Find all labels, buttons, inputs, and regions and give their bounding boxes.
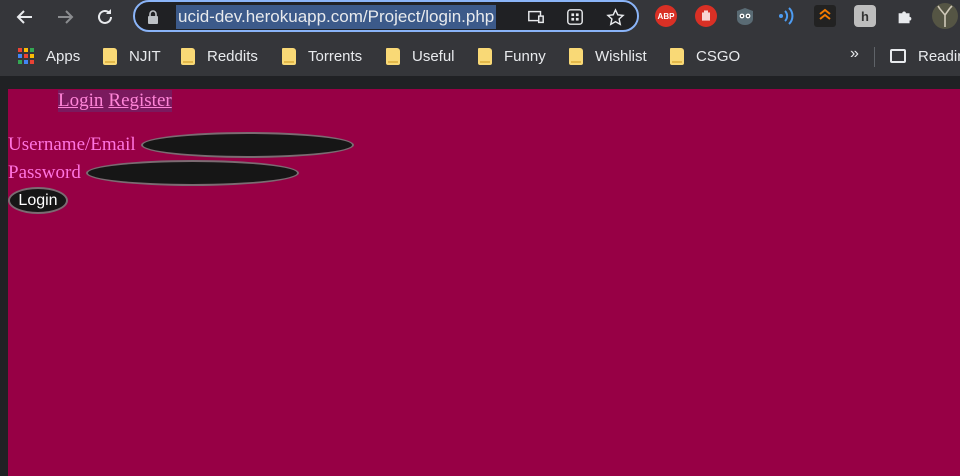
fox-icon[interactable] xyxy=(814,5,836,27)
address-bar[interactable]: ucid-dev.herokuapp.com/Project/login.php xyxy=(133,0,639,32)
lock-icon[interactable] xyxy=(147,10,159,24)
folder-icon xyxy=(282,47,296,65)
bookmark-torrents[interactable]: Torrents xyxy=(282,45,362,67)
folder-icon xyxy=(103,47,117,65)
stop-hand-icon[interactable] xyxy=(695,5,717,27)
folder-icon xyxy=(670,47,684,65)
abp-icon[interactable]: ABP xyxy=(655,5,677,27)
puzzle-icon[interactable] xyxy=(894,5,916,27)
radio-waves-icon[interactable] xyxy=(775,5,797,27)
bookmark-reddits[interactable]: Reddits xyxy=(181,45,258,67)
bookmark-wishlist[interactable]: Wishlist xyxy=(569,45,647,67)
browser-toolbar: ucid-dev.herokuapp.com/Project/login.php… xyxy=(0,0,960,34)
bookmark-useful[interactable]: Useful xyxy=(386,45,455,67)
cast-icon[interactable] xyxy=(526,7,546,27)
bookmark-label: Useful xyxy=(412,47,455,65)
nav-register-link[interactable]: Register xyxy=(108,90,171,112)
bookmark-funny[interactable]: Funny xyxy=(478,45,546,67)
bookmark-label: Wishlist xyxy=(595,47,647,65)
reading-list-icon xyxy=(890,49,906,63)
folder-icon xyxy=(181,47,195,65)
bookmark-label: Reddits xyxy=(207,47,258,65)
login-page: Login Register Username/Email Password L… xyxy=(8,89,960,476)
star-icon[interactable] xyxy=(605,7,625,27)
folder-icon xyxy=(478,47,492,65)
bookmark-csgo[interactable]: CSGO xyxy=(670,45,740,67)
qr-icon[interactable] xyxy=(565,7,585,27)
nav-login-link[interactable]: Login xyxy=(58,90,103,112)
login-button[interactable]: Login xyxy=(8,187,68,214)
reading-list-button[interactable]: Readin xyxy=(890,45,960,67)
bookmarks-bar: Apps NJIT Reddits Torrents Useful Funny … xyxy=(0,34,960,76)
bookmark-label: Apps xyxy=(46,47,81,65)
url-text[interactable]: ucid-dev.herokuapp.com/Project/login.php xyxy=(176,5,497,29)
site-nav: Login Register xyxy=(58,90,172,112)
apps-grid-icon xyxy=(18,48,34,64)
folder-icon xyxy=(386,47,400,65)
profile-avatar[interactable] xyxy=(932,3,958,29)
bookmark-label: Funny xyxy=(504,47,546,65)
username-row: Username/Email xyxy=(8,132,354,158)
bookmark-njit[interactable]: NJIT xyxy=(103,45,161,67)
username-label: Username/Email xyxy=(8,134,136,155)
bookmarks-divider xyxy=(874,47,875,67)
bookmark-apps[interactable]: Apps xyxy=(18,45,80,67)
owl-mask-icon[interactable] xyxy=(734,5,756,27)
password-input[interactable] xyxy=(85,160,299,186)
folder-icon xyxy=(569,47,583,65)
username-input[interactable] xyxy=(140,132,354,158)
page-viewport: Login Register Username/Email Password L… xyxy=(0,76,960,476)
reading-list-label: Readin xyxy=(918,47,960,65)
bookmark-label: NJIT xyxy=(129,47,161,65)
reload-icon[interactable] xyxy=(91,3,119,31)
bookmarks-overflow-button[interactable]: » xyxy=(850,45,859,63)
forward-icon[interactable] xyxy=(51,3,79,31)
bookmark-label: Torrents xyxy=(308,47,363,65)
password-row: Password xyxy=(8,160,299,186)
back-icon[interactable] xyxy=(11,3,39,31)
h-icon[interactable]: h xyxy=(854,5,876,27)
password-label: Password xyxy=(8,162,81,183)
bookmark-label: CSGO xyxy=(696,47,741,65)
